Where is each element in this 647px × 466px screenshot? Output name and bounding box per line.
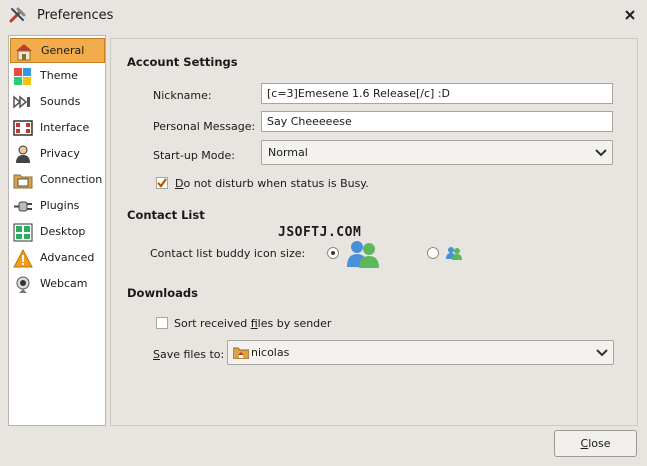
personal-message-label: Personal Message: [153,120,256,133]
small-icon-radio[interactable] [427,247,439,259]
sidebar-item-webcam[interactable]: Webcam [10,272,105,297]
sidebar-item-desktop[interactable]: Desktop [10,220,105,245]
sidebar-item-sounds[interactable]: Sounds [10,90,105,115]
large-icon-radio[interactable] [327,247,339,259]
chevron-down-icon [595,149,607,157]
person-icon [16,145,30,163]
palette-icon [14,68,31,85]
home-icon [16,44,32,61]
folder-icon [13,174,33,189]
warning-icon [13,249,33,268]
personal-message-input[interactable]: Say Cheeeeese [261,111,613,132]
desktop-icon [13,223,33,242]
sidebar-item-connection[interactable]: Connection [10,168,105,193]
save-files-label: Save files to: [153,348,225,361]
small-buddy-icon [446,247,462,260]
startup-mode-value: Normal [268,146,308,159]
dnd-label[interactable]: Do not disturb when status is Busy. [175,177,369,190]
sidebar-item-plugins[interactable]: Plugins [10,194,105,219]
account-settings-heading: Account Settings [127,55,238,69]
sidebar-item-advanced[interactable]: Advanced [10,246,105,271]
sidebar-item-label: General [41,44,85,57]
webcam-icon [16,276,30,293]
sidebar-item-label: Advanced [40,251,95,264]
monitor-icon [13,120,33,136]
checkmark-icon [157,178,167,188]
close-icon [625,10,635,20]
sidebar-item-theme[interactable]: Theme [10,64,105,89]
title-bar: Preferences [0,0,647,31]
sidebar-item-privacy[interactable]: Privacy [10,142,105,167]
home-folder-icon [233,347,249,359]
sidebar-item-label: Interface [40,121,90,134]
startup-mode-label: Start-up Mode: [153,149,235,162]
large-buddy-icon [347,241,379,268]
sidebar-item-interface[interactable]: Interface [10,116,105,141]
save-folder-value: nicolas [251,346,290,359]
close-button[interactable]: Close [554,430,637,457]
window-title: Preferences [37,8,114,23]
tools-icon [9,7,26,23]
save-folder-select[interactable]: nicolas [227,340,614,365]
contact-list-heading: Contact List [127,208,205,222]
plug-icon [14,201,32,212]
sort-files-checkbox[interactable] [156,317,168,329]
downloads-heading: Downloads [127,286,198,300]
sidebar-item-label: Sounds [40,95,81,108]
sidebar-item-label: Privacy [40,147,80,160]
category-sidebar: General Theme Sounds Interface Privacy C… [8,35,106,426]
nickname-input[interactable]: [c=3]Emesene 1.6 Release[/c] :D [261,83,613,104]
sidebar-item-label: Connection [40,173,103,186]
nickname-label: Nickname: [153,89,212,102]
speaker-icon [13,95,30,109]
sidebar-item-label: Webcam [40,277,88,290]
startup-mode-select[interactable]: Normal [261,140,613,165]
sidebar-item-general[interactable]: General [10,38,105,63]
buddy-icon-size-label: Contact list buddy icon size: [150,247,306,260]
sort-files-label[interactable]: Sort received files by sender [174,317,331,330]
sidebar-item-label: Desktop [40,225,86,238]
chevron-down-icon [596,349,608,357]
watermark-text: JSOFTJ.COM [278,225,362,240]
dnd-checkbox[interactable] [156,177,168,189]
window-close-button[interactable] [622,7,638,23]
sidebar-item-label: Theme [40,69,78,82]
sidebar-item-label: Plugins [40,199,80,212]
